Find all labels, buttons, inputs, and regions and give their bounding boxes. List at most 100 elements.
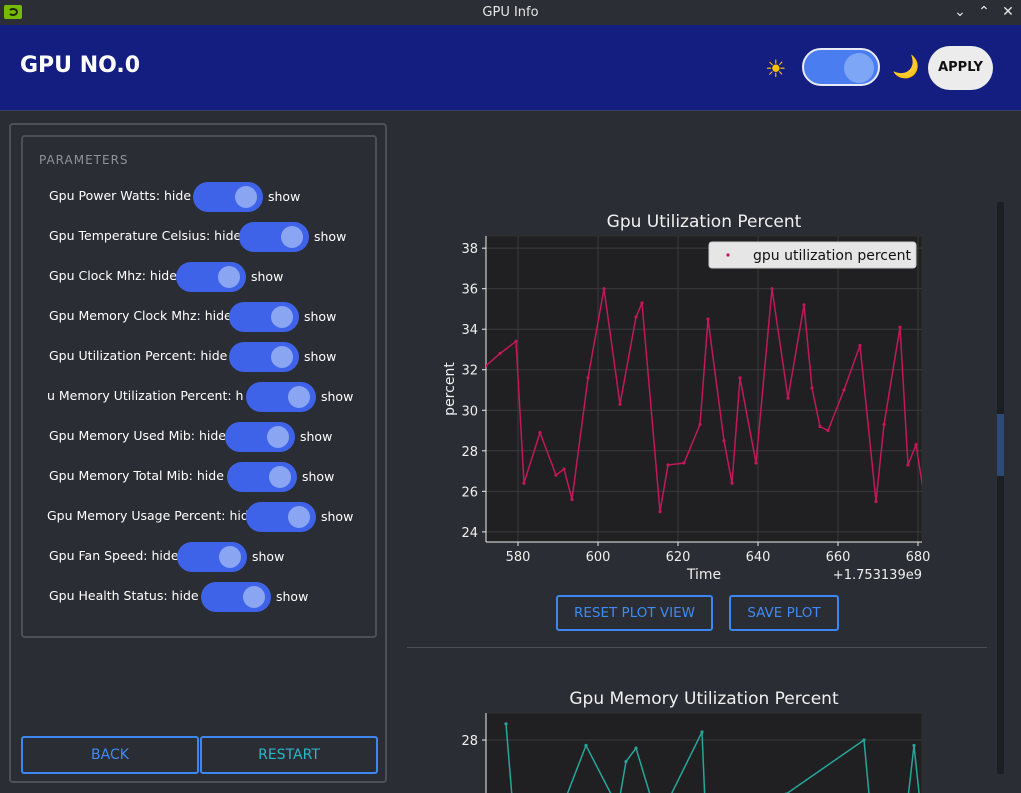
scrollbar[interactable]: [997, 202, 1004, 774]
parameter-label: Gpu Memory Used Mib: hide: [49, 428, 226, 443]
window-titlebar: GPU Info ⌄ ⌃ ✕: [0, 0, 1021, 25]
divider: [407, 647, 987, 648]
show-label: show: [304, 309, 337, 324]
data-point: [754, 461, 758, 465]
sun-icon: ☀: [765, 55, 787, 83]
data-point: [818, 424, 822, 429]
data-point: [618, 402, 622, 406]
y-tick-label: 28: [461, 734, 478, 749]
data-point: [682, 461, 686, 465]
parameter-label: u Memory Utilization Percent: h: [47, 388, 244, 403]
data-point: [862, 738, 866, 742]
data-point: [802, 303, 806, 307]
toggle-knob: [288, 506, 310, 528]
y-tick-label: 26: [461, 485, 478, 500]
gpu-memory-utilization-chart[interactable]: Gpu Memory Utilization Percent 28: [405, 676, 1005, 793]
chart-title: Gpu Utilization Percent: [607, 212, 802, 232]
parameter-toggle[interactable]: [225, 422, 295, 452]
plot-area: [485, 235, 923, 543]
data-point: [522, 481, 526, 485]
parameter-toggle[interactable]: [246, 502, 316, 532]
data-point: [624, 760, 628, 764]
parameters-heading: PARAMETERS: [39, 153, 129, 167]
x-axis-label: Time: [686, 567, 721, 583]
data-point: [586, 376, 590, 380]
data-point: [486, 364, 488, 368]
y-axis-label: percent: [442, 362, 458, 416]
toggle-knob: [844, 53, 874, 83]
parameter-toggle[interactable]: [239, 222, 309, 252]
x-offset-label: +1.753139e9: [833, 568, 922, 583]
y-tick-label: 34: [461, 323, 478, 338]
parameter-toggle[interactable]: [201, 582, 271, 612]
data-point: [786, 396, 790, 400]
data-point: [842, 388, 846, 392]
legend-marker: [726, 253, 730, 257]
parameter-label: Gpu Memory Usage Percent: hide: [47, 508, 257, 523]
parameter-row: Gpu Memory Used Mib: hide show: [23, 421, 375, 453]
data-point: [498, 351, 502, 356]
parameter-toggle[interactable]: [246, 382, 316, 412]
parameter-toggle[interactable]: [227, 462, 297, 492]
toggle-knob: [269, 466, 291, 488]
toggle-knob: [281, 226, 303, 248]
data-point: [634, 315, 638, 319]
chevron-down-icon[interactable]: ⌄: [950, 2, 970, 22]
reset-plot-view-button[interactable]: RESET PLOT VIEW: [556, 595, 713, 631]
save-plot-button[interactable]: SAVE PLOT: [729, 595, 839, 631]
parameter-row: Gpu Fan Speed: hide show: [23, 541, 375, 573]
chevron-up-icon[interactable]: ⌃: [974, 2, 994, 22]
parameter-toggle[interactable]: [176, 262, 246, 292]
parameter-toggle[interactable]: [229, 302, 299, 332]
show-label: show: [321, 389, 354, 404]
data-point: [906, 463, 910, 467]
chart-title: Gpu Memory Utilization Percent: [569, 689, 839, 709]
data-point: [898, 325, 902, 329]
data-point: [700, 730, 704, 734]
parameter-label: Gpu Temperature Celsius: hide: [49, 228, 242, 243]
restart-button[interactable]: RESTART: [200, 736, 378, 774]
parameter-label: Gpu Health Status: hide: [49, 588, 199, 603]
parameter-row: Gpu Clock Mhz: hide show: [23, 261, 375, 293]
data-point: [706, 317, 710, 321]
x-tick-label: 660: [826, 550, 851, 565]
data-point: [738, 376, 742, 380]
y-tick-label: 32: [461, 364, 478, 379]
parameter-label: Gpu Fan Speed: hide: [49, 548, 179, 563]
data-point: [810, 386, 814, 390]
parameter-toggle[interactable]: [177, 542, 247, 572]
x-tick-label: 580: [506, 550, 531, 565]
parameter-row: Gpu Power Watts: hide show: [23, 181, 375, 213]
scrollbar-thumb[interactable]: [997, 414, 1004, 476]
page-title: GPU NO.0: [20, 53, 141, 78]
parameter-label: Gpu Power Watts: hide: [49, 188, 192, 203]
data-point: [640, 301, 644, 305]
x-tick-label: 600: [586, 550, 611, 565]
plots-panel: Gpu Utilization Percent 580 600 620 640 660 68…: [405, 111, 1005, 793]
parameter-label: Gpu Memory Clock Mhz: hide: [49, 308, 232, 323]
parameter-toggle[interactable]: [193, 182, 263, 212]
data-point: [922, 494, 925, 497]
data-point: [882, 422, 886, 427]
data-point: [554, 473, 558, 477]
legend-label: gpu utilization percent: [753, 248, 911, 264]
show-label: show: [300, 429, 333, 444]
x-tick-label: 640: [746, 550, 771, 565]
parameter-toggle[interactable]: [229, 342, 299, 372]
theme-toggle[interactable]: [802, 48, 880, 86]
gpu-utilization-chart[interactable]: Gpu Utilization Percent 580 600 620 640 660 68…: [405, 201, 1005, 601]
toggle-knob: [218, 266, 240, 288]
y-tick-label: 38: [461, 242, 478, 257]
toggle-knob: [267, 426, 289, 448]
parameter-row: Gpu Memory Total Mib: hide show: [23, 461, 375, 493]
apply-button[interactable]: APPLY: [928, 46, 993, 90]
close-icon[interactable]: ✕: [998, 2, 1018, 22]
toggle-knob: [243, 586, 265, 608]
app-header: GPU NO.0 ☀ 🌙 APPLY: [0, 25, 1021, 111]
parameter-row: Gpu Utilization Percent: hide show: [23, 341, 375, 373]
parameter-row: Gpu Memory Clock Mhz: hide show: [23, 301, 375, 333]
back-button[interactable]: BACK: [21, 736, 199, 774]
toggle-knob: [288, 386, 310, 408]
data-point: [634, 746, 638, 750]
parameter-label: Gpu Clock Mhz: hide: [49, 268, 177, 283]
